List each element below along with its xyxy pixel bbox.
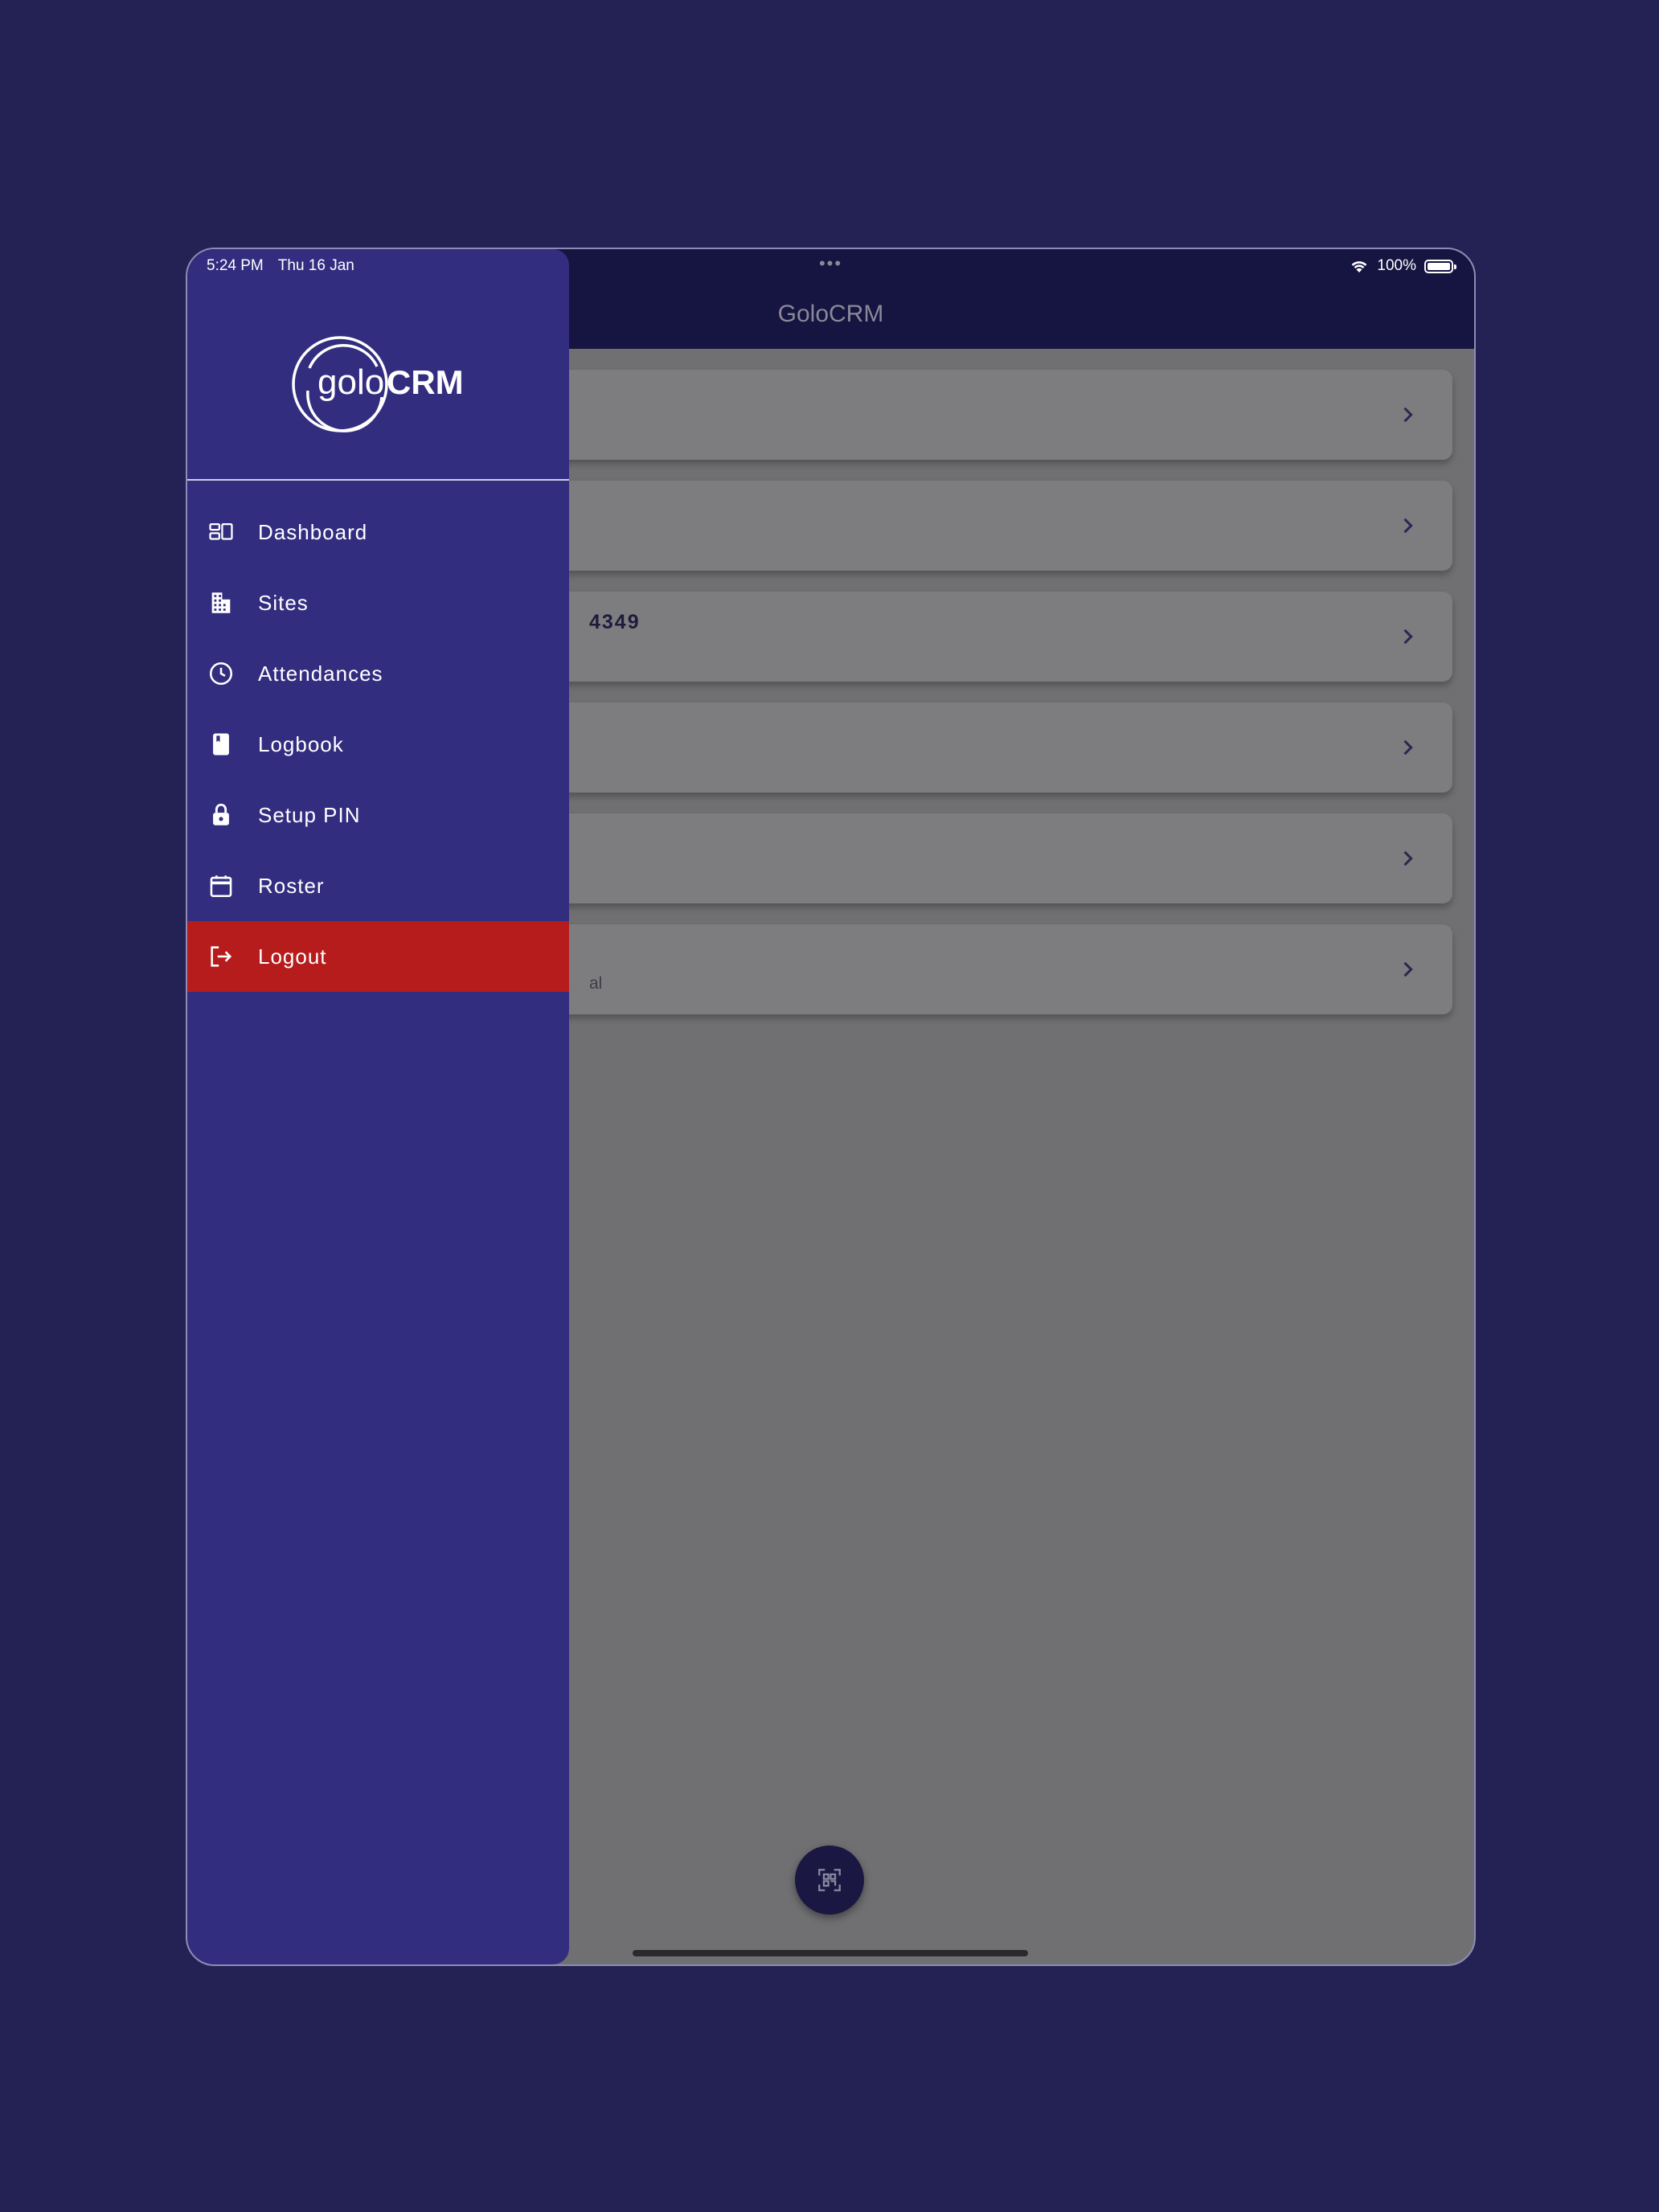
qr-scan-button[interactable]	[795, 1845, 864, 1915]
logo-rings-icon: golo CRM	[292, 336, 464, 432]
drawer-item-dashboard[interactable]: Dashboard	[187, 497, 569, 567]
qr-scan-icon	[818, 1869, 841, 1891]
drawer-item-label: Logbook	[258, 731, 344, 756]
chevron-right-icon	[1403, 629, 1413, 645]
status-bar-left: 5:24 PM Thu 16 Jan	[207, 254, 354, 278]
building-icon	[207, 588, 236, 617]
logout-icon	[207, 942, 236, 971]
drawer-divider	[187, 479, 569, 481]
logo-text-golo: golo	[317, 363, 384, 402]
drawer-item-label: Dashboard	[258, 519, 368, 544]
dashboard-icon	[207, 518, 236, 547]
drawer-item-label: Setup PIN	[258, 802, 361, 827]
battery-full-icon	[1424, 259, 1456, 273]
drawer-item-label: Sites	[258, 590, 309, 615]
drawer-item-label: Roster	[258, 873, 325, 898]
drawer-item-label: Attendances	[258, 661, 383, 686]
calendar-icon	[207, 871, 236, 900]
drawer-menu: Dashboard Sites Attendances Logbook Setu…	[187, 497, 569, 992]
home-indicator[interactable]	[633, 1950, 1028, 1956]
list-item-subtitle: al	[589, 974, 603, 993]
clock-icon	[207, 659, 236, 688]
status-time: 5:24 PM	[207, 257, 264, 274]
drawer-item-logbook[interactable]: Logbook	[187, 709, 569, 780]
drawer-item-sites[interactable]: Sites	[187, 567, 569, 638]
drawer-item-roster[interactable]: Roster	[187, 850, 569, 921]
drawer-item-attendances[interactable]: Attendances	[187, 638, 569, 709]
chevron-right-icon	[1403, 961, 1413, 977]
status-bar-right: 100%	[1350, 254, 1456, 278]
status-date: Thu 16 Jan	[277, 257, 354, 274]
book-icon	[207, 730, 236, 759]
chevron-right-icon	[1403, 850, 1413, 866]
chevron-right-icon	[1403, 739, 1413, 756]
navigation-drawer: 5:24 PM Thu 16 Jan golo CRM Dashboard Si…	[187, 249, 569, 1964]
tablet-screen: ••• GoloCRM 100% 4349 al 5:24 PM Thu 16 …	[186, 248, 1476, 1966]
drawer-item-logout[interactable]: Logout	[187, 921, 569, 992]
wifi-icon	[1351, 261, 1367, 272]
golocrm-logo: golo CRM	[292, 334, 469, 434]
lock-icon	[207, 801, 236, 830]
logo-text-crm: CRM	[387, 363, 464, 401]
list-item-title: 4349	[589, 611, 641, 633]
drawer-item-label: Logout	[258, 944, 327, 969]
drawer-item-setup-pin[interactable]: Setup PIN	[187, 780, 569, 850]
chevron-right-icon	[1403, 518, 1413, 534]
chevron-right-icon	[1403, 407, 1413, 423]
battery-percent: 100%	[1377, 257, 1416, 274]
